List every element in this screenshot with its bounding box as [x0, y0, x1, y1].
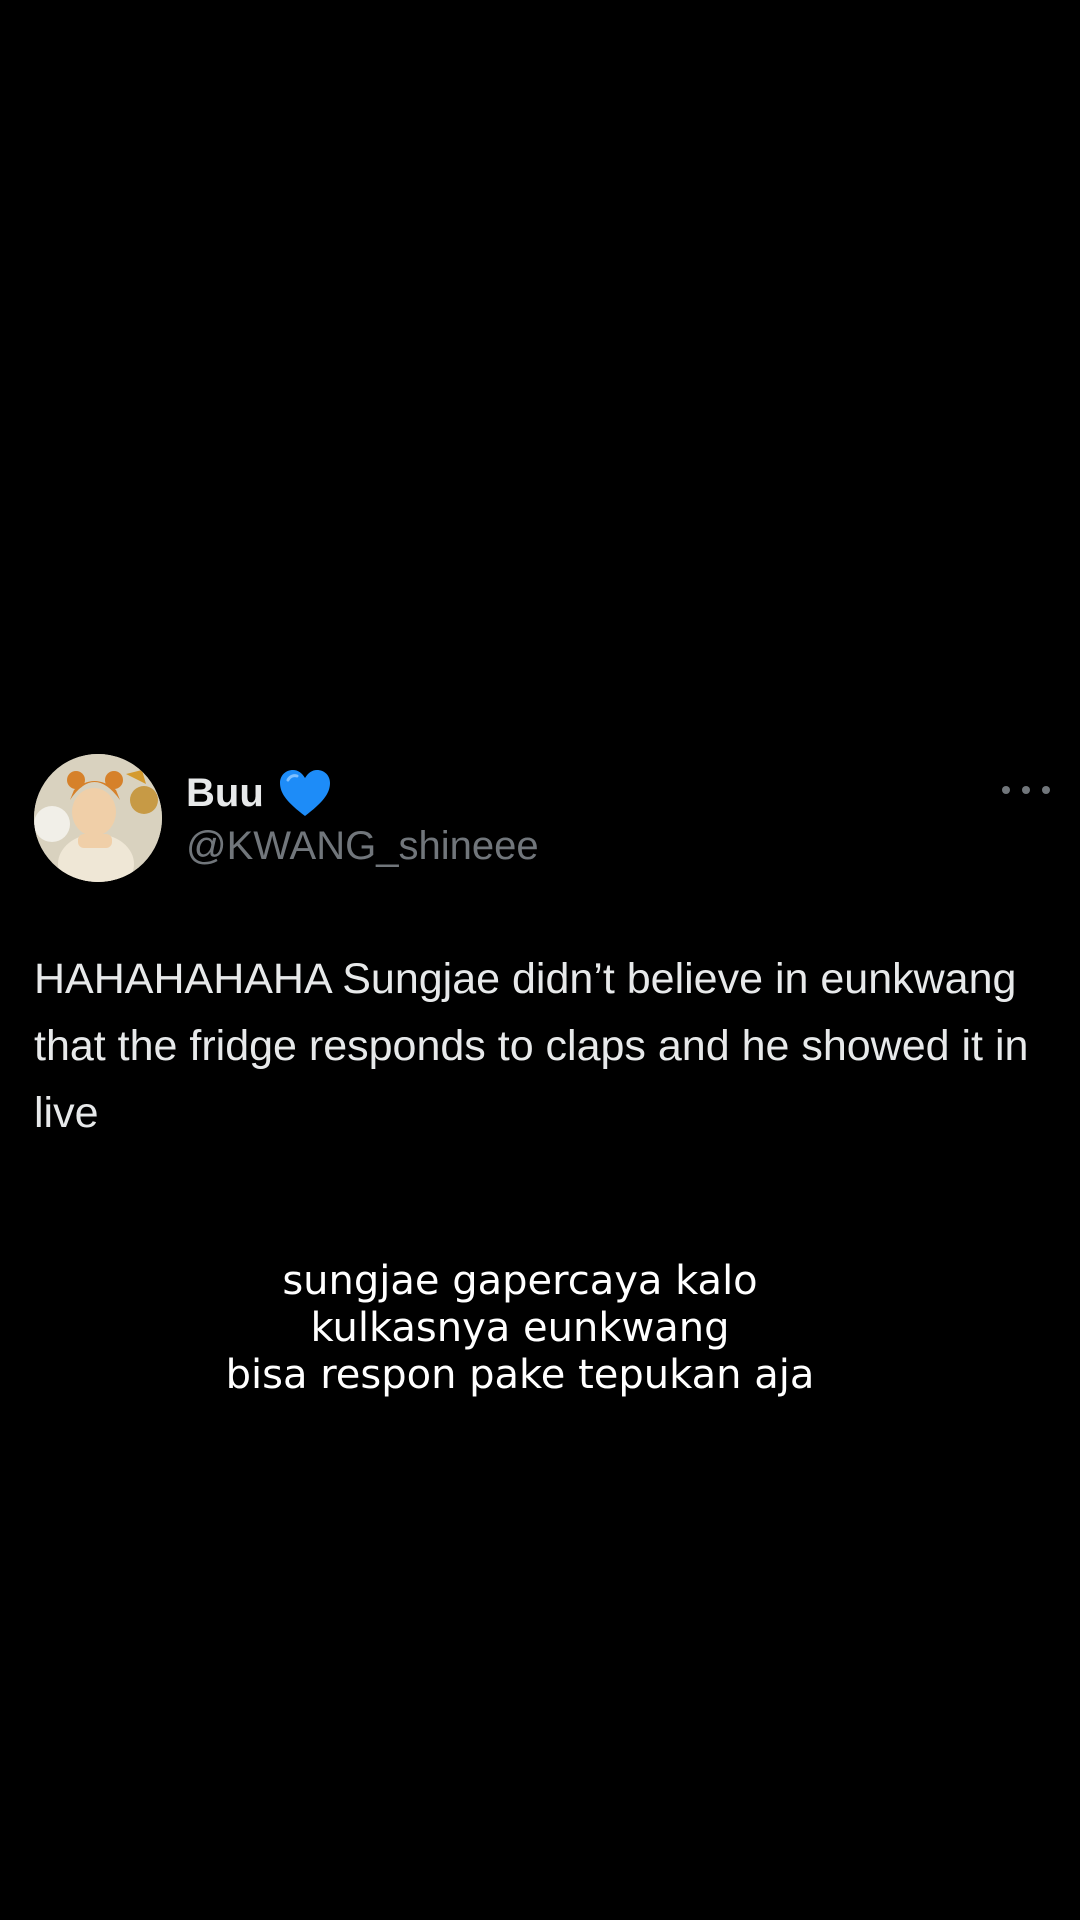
caption-line: bisa respon pake tepukan aja: [225, 1352, 815, 1398]
avatar[interactable]: [34, 754, 162, 882]
user-handle[interactable]: @KWANG_shineee: [186, 824, 539, 869]
more-dot: [1022, 786, 1030, 794]
tweet-card: Buu @KWANG_shineee HAHAHAHAHA Sungjae di…: [34, 752, 1050, 1147]
display-name-row: Buu: [186, 766, 539, 820]
display-name[interactable]: Buu: [186, 771, 264, 816]
tweet-identity: Buu @KWANG_shineee: [186, 766, 539, 869]
more-dot: [1002, 786, 1010, 794]
tweet-header: Buu @KWANG_shineee: [34, 752, 1050, 884]
more-dot: [1042, 786, 1050, 794]
more-options-icon[interactable]: [1002, 780, 1050, 800]
caption-line: sungjae gapercaya kalo: [282, 1258, 758, 1304]
caption-line: kulkasnya eunkwang: [310, 1305, 730, 1351]
blue-heart-icon: [278, 768, 332, 818]
tweet-text: HAHAHAHAHA Sungjae didn’t believe in eun…: [34, 955, 1029, 1137]
video-caption: sungjae gapercaya kalo kulkasnya eunkwan…: [0, 1258, 1040, 1399]
